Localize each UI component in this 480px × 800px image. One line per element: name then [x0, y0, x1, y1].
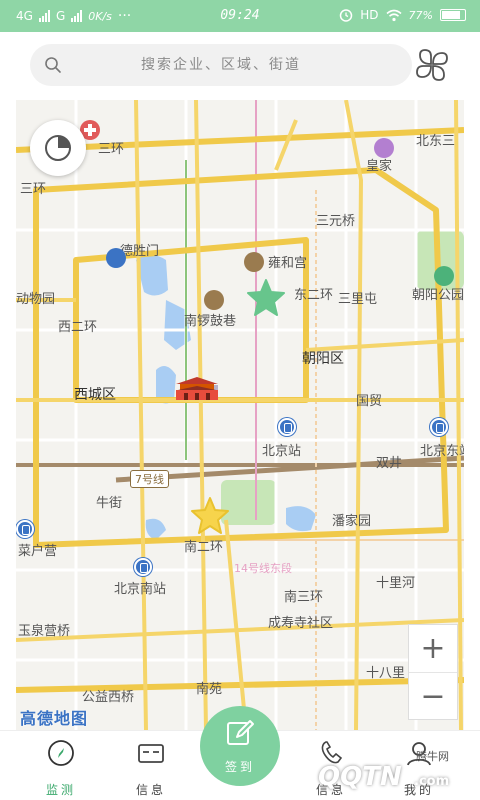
map-label: 十里河	[376, 576, 416, 591]
battery-icon	[440, 9, 466, 21]
nav-item-info[interactable]: 信息	[116, 737, 186, 797]
museum-marker-icon[interactable]	[204, 290, 224, 310]
pie-chart-icon	[45, 135, 71, 161]
metro-line-label: 14号线东段	[234, 562, 292, 575]
map-base-layer	[16, 100, 464, 730]
metro-station-icon[interactable]	[430, 418, 448, 436]
map-label: 三环	[98, 142, 125, 157]
status-bar: 4G G 0K/s ··· 09:24 HD 77%	[0, 0, 480, 32]
museum-marker-icon[interactable]	[244, 252, 264, 272]
more-dots-icon: ···	[117, 8, 132, 24]
map-label: 菜户营	[18, 544, 58, 559]
search-input[interactable]	[30, 44, 412, 86]
metro-line-label: 7号线	[130, 470, 169, 488]
network-type-2: G	[55, 9, 66, 23]
watermark-domain: .com	[414, 774, 450, 789]
battery-percent: 77%	[408, 8, 433, 22]
map-label: 西二环	[58, 320, 98, 335]
zoom-in-button[interactable]: +	[409, 625, 457, 672]
statistics-button[interactable]	[30, 120, 86, 176]
map-label: 朝阳公园	[412, 288, 464, 303]
map-label: 玉泉营桥	[18, 624, 71, 639]
map-label: 北京南站	[114, 582, 167, 597]
park-marker-icon[interactable]	[434, 266, 454, 286]
alarm-icon	[340, 9, 353, 22]
status-left: 4G G 0K/s ···	[16, 8, 131, 24]
district-label: 朝阳区	[302, 351, 344, 367]
clover-icon	[416, 49, 448, 81]
zoom-control: + −	[408, 624, 458, 720]
net-speed: 0K/s	[88, 9, 112, 23]
map-label: 三环	[20, 182, 47, 197]
checkin-label: 签到	[224, 760, 255, 774]
monitored-location-star-icon[interactable]	[246, 278, 286, 318]
metro-station-icon[interactable]	[16, 520, 34, 538]
map-label: 皇家	[366, 159, 393, 174]
map-label: 南三环	[284, 590, 324, 605]
landmark-marker-icon[interactable]	[374, 138, 394, 158]
watermark-brand: 腾牛网	[416, 750, 449, 763]
hd-badge: HD	[360, 8, 379, 22]
map-label: 东二环	[294, 288, 334, 303]
nav-item-monitor[interactable]: 监测	[26, 737, 96, 797]
map-label: 三里屯	[338, 292, 378, 307]
checkin-button[interactable]: 签到	[200, 706, 280, 786]
compass-icon	[48, 740, 74, 766]
tiananmen-landmark-icon[interactable]	[174, 376, 220, 402]
wifi-icon	[386, 9, 402, 21]
network-type: 4G	[16, 9, 33, 23]
search-bar[interactable]	[30, 44, 412, 86]
district-label: 西城区	[74, 387, 116, 403]
map-label: 北东三	[416, 134, 456, 149]
map-label: 成寿寺社区	[268, 616, 334, 631]
watermark: 腾牛网 QQTN .com	[318, 734, 480, 800]
map-label: 三元桥	[316, 214, 356, 229]
map-label: 国贸	[356, 394, 383, 409]
map-label: 北京站	[262, 444, 302, 459]
watermark-logo: QQTN	[318, 762, 402, 792]
map-label: 南锣鼓巷	[184, 314, 237, 329]
edit-icon	[227, 720, 254, 745]
signal-icon-2	[71, 10, 83, 22]
map-label: 双井	[376, 456, 403, 471]
map-label: 牛街	[96, 496, 123, 511]
metro-station-icon[interactable]	[134, 558, 152, 576]
map-label: 十八里	[366, 666, 406, 681]
metro-station-icon[interactable]	[278, 418, 296, 436]
zoom-out-button[interactable]: −	[409, 672, 457, 719]
map-label: 雍和宫	[268, 256, 308, 271]
search-icon	[45, 57, 61, 73]
nav-item-label: 信息	[135, 783, 166, 797]
current-location-star-icon[interactable]	[190, 496, 230, 536]
map-provider-logo: 高德地图	[20, 709, 89, 728]
map-label: 南苑	[196, 682, 223, 697]
map-label: 公益西桥	[82, 690, 135, 705]
nav-item-label: 监测	[45, 783, 76, 797]
map-label: 南二环	[184, 540, 224, 555]
map-label: 潘家园	[332, 514, 372, 529]
info-card-icon	[138, 744, 164, 763]
clock: 09:24	[220, 8, 260, 23]
map-label: 北京东站	[420, 444, 464, 459]
map-label: 动物园	[16, 292, 56, 307]
signal-icon	[38, 10, 50, 22]
metro-marker-icon[interactable]	[106, 248, 126, 268]
status-right: HD 77%	[339, 8, 466, 22]
map-view[interactable]: 三环 三环 德胜门 雍和宫 三元桥 皇家 北东三 动物园 南锣鼓巷 东二环 三里…	[16, 100, 464, 730]
clover-menu-button[interactable]	[412, 46, 452, 84]
